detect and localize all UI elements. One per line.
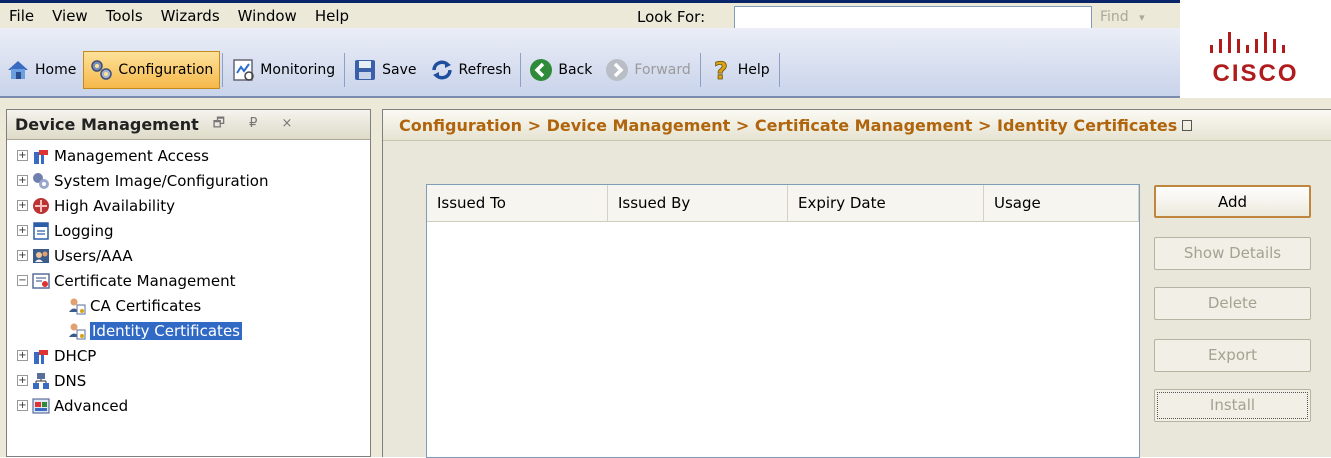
device-management-panel: Device Management 🗗 ₽ × + Management Acc…	[6, 109, 371, 457]
help-button[interactable]: ? Help	[703, 51, 777, 89]
toolbar-separator	[344, 53, 346, 87]
menu-window[interactable]: Window	[229, 7, 306, 25]
tree-item-logging[interactable]: + Logging	[7, 218, 370, 243]
logging-icon	[33, 221, 49, 240]
refresh-button[interactable]: Refresh	[424, 51, 519, 89]
navigation-tree: + Management Access + System Image/Confi…	[7, 140, 370, 418]
expand-icon[interactable]: +	[17, 175, 28, 186]
certificate-management-icon	[32, 272, 50, 289]
tree-item-advanced[interactable]: + Advanced	[7, 393, 370, 418]
maximize-icon[interactable]	[1182, 119, 1193, 131]
tree-item-dns[interactable]: + DNS	[7, 368, 370, 393]
back-arrow-icon	[528, 57, 554, 83]
tree-item-management-access[interactable]: + Management Access	[7, 143, 370, 168]
cisco-logo: CISCO	[1180, 0, 1331, 98]
column-issued-by[interactable]: Issued By	[608, 185, 788, 221]
home-button[interactable]: Home	[0, 51, 83, 89]
menu-tools[interactable]: Tools	[97, 7, 152, 25]
breadcrumb: Configuration > Device Management > Cert…	[383, 110, 1331, 141]
configuration-button[interactable]: Configuration	[83, 51, 221, 89]
home-icon	[5, 57, 31, 83]
delete-button[interactable]: Delete	[1154, 287, 1311, 320]
identity-certificates-panel: Configuration > Device Management > Cert…	[382, 109, 1331, 458]
menu-file[interactable]: File	[0, 7, 43, 25]
save-disk-icon	[352, 57, 378, 83]
expand-icon[interactable]: +	[17, 225, 28, 236]
expand-icon[interactable]: +	[17, 375, 28, 386]
find-button[interactable]: Find ▾	[1094, 6, 1172, 30]
show-details-button[interactable]: Show Details	[1154, 237, 1311, 270]
forward-arrow-icon	[604, 57, 630, 83]
column-expiry-date[interactable]: Expiry Date	[788, 185, 984, 221]
svg-text:?: ?	[714, 57, 728, 83]
menu-view[interactable]: View	[43, 7, 97, 25]
dns-icon	[33, 372, 49, 389]
menu-wizards[interactable]: Wizards	[152, 7, 229, 25]
monitoring-icon	[230, 57, 256, 83]
help-question-icon: ?	[708, 57, 734, 86]
high-availability-icon	[33, 197, 49, 214]
look-for-input[interactable]	[734, 6, 1092, 30]
back-button[interactable]: Back	[523, 51, 599, 89]
left-panel-header: Device Management 🗗 ₽ ×	[7, 110, 370, 140]
advanced-icon	[32, 397, 50, 414]
cisco-bars-icon	[1210, 32, 1285, 53]
expand-icon[interactable]: +	[17, 350, 28, 361]
tree-item-users-aaa[interactable]: + Users/AAA	[7, 243, 370, 268]
column-usage[interactable]: Usage	[984, 185, 1139, 221]
column-issued-to[interactable]: Issued To	[427, 185, 608, 221]
menu-help[interactable]: Help	[306, 7, 358, 25]
toolbar-separator	[222, 53, 224, 87]
toolbar-separator	[778, 53, 780, 87]
panel-title: Device Management	[15, 115, 199, 134]
toolbar-separator	[699, 53, 701, 87]
expand-icon[interactable]: +	[17, 150, 28, 161]
expand-icon[interactable]: +	[17, 400, 28, 411]
management-access-icon	[34, 149, 48, 164]
expand-icon[interactable]: +	[17, 250, 28, 261]
ca-certificates-icon	[69, 298, 86, 314]
collapse-icon[interactable]: −	[17, 275, 28, 286]
install-button[interactable]: Install	[1154, 389, 1311, 422]
tree-item-high-availability[interactable]: + High Availability	[7, 193, 370, 218]
refresh-icon	[429, 57, 455, 83]
selected-tree-label: Identity Certificates	[90, 321, 242, 340]
toolbar-separator	[520, 53, 522, 87]
expand-icon[interactable]: +	[17, 200, 28, 211]
tree-item-identity-certificates[interactable]: Identity Certificates	[7, 318, 370, 343]
save-button[interactable]: Save	[347, 51, 423, 89]
panel-window-controls[interactable]: 🗗 ₽ ×	[213, 114, 303, 136]
tree-item-system-image[interactable]: + System Image/Configuration	[7, 168, 370, 193]
cisco-wordmark: CISCO	[1212, 60, 1299, 87]
find-label: Find	[1100, 9, 1129, 25]
users-aaa-icon	[33, 248, 49, 263]
toolbar: Home Configuration Monitoring Save Refre…	[0, 28, 1180, 98]
system-image-icon	[33, 172, 49, 189]
forward-button[interactable]: Forward	[599, 51, 697, 89]
certificates-table[interactable]: Issued To Issued By Expiry Date Usage	[426, 184, 1140, 458]
table-header: Issued To Issued By Expiry Date Usage	[427, 185, 1139, 222]
export-button[interactable]: Export	[1154, 339, 1311, 372]
configuration-gears-icon	[88, 57, 114, 83]
monitoring-button[interactable]: Monitoring	[225, 51, 342, 89]
look-for-label: Look For:	[637, 8, 706, 26]
find-dropdown-icon: ▾	[1139, 11, 1145, 24]
dhcp-icon	[34, 349, 48, 364]
identity-certificates-icon	[69, 323, 86, 339]
tree-item-dhcp[interactable]: + DHCP	[7, 343, 370, 368]
tree-item-ca-certificates[interactable]: CA Certificates	[7, 293, 370, 318]
tree-item-certificate-management[interactable]: − Certificate Management	[7, 268, 370, 293]
menu-bar: File View Tools Wizards Window Help Look…	[0, 0, 1180, 30]
add-button[interactable]: Add	[1154, 185, 1311, 218]
